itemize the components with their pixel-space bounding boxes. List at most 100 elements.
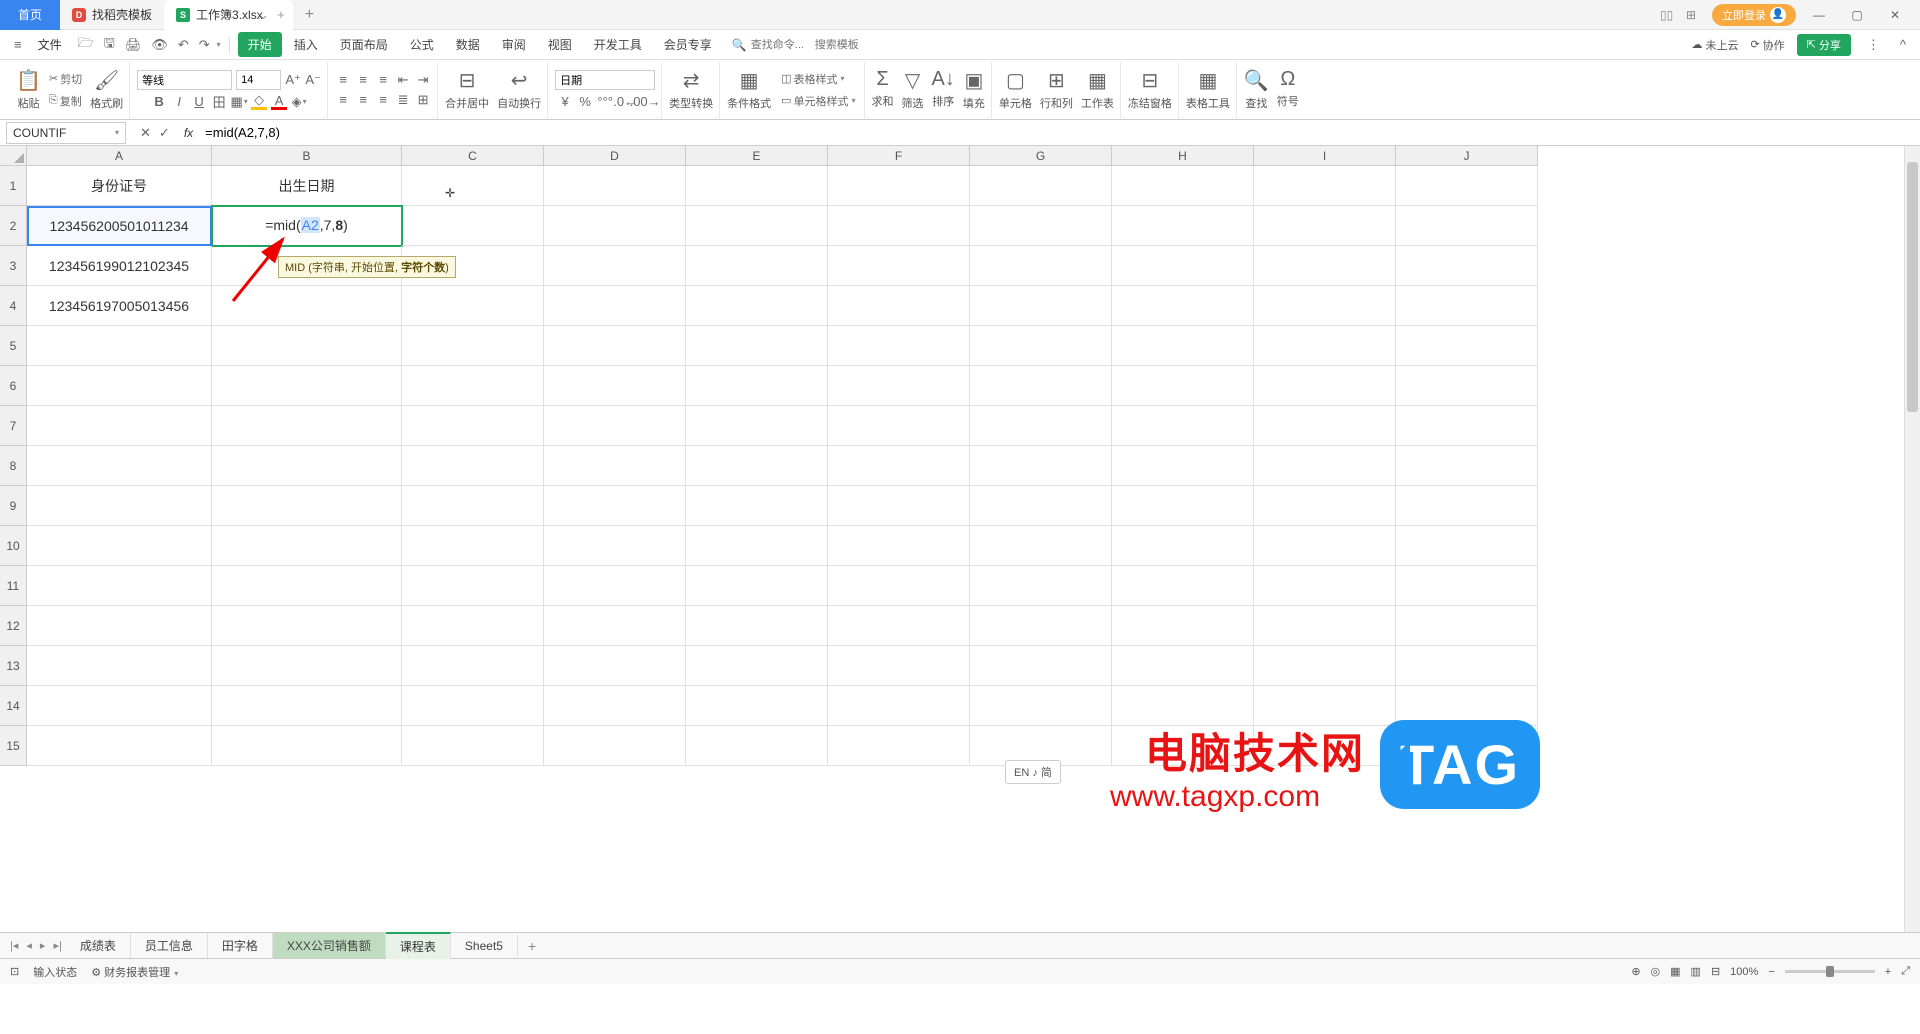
cell-D4[interactable] <box>544 286 686 326</box>
cell-H11[interactable] <box>1112 566 1254 606</box>
formula-input[interactable] <box>199 125 1920 140</box>
cell-C10[interactable] <box>402 526 544 566</box>
cell-E1[interactable] <box>686 166 828 206</box>
row-header-7[interactable]: 7 <box>0 406 27 446</box>
increase-font-icon[interactable]: A⁺ <box>285 72 301 88</box>
print-icon[interactable]: 🖨 <box>121 37 146 53</box>
file-menu[interactable]: 文件 <box>28 36 72 53</box>
type-convert-button[interactable]: ⇄ 类型转换 <box>669 68 713 111</box>
cell-F2[interactable] <box>828 206 970 246</box>
cell-C9[interactable] <box>402 486 544 526</box>
cell-J9[interactable] <box>1396 486 1538 526</box>
cell-G12[interactable] <box>970 606 1112 646</box>
col-header-B[interactable]: B <box>212 146 402 166</box>
cell-J1[interactable] <box>1396 166 1538 206</box>
cell-B8[interactable] <box>212 446 402 486</box>
grid-icon[interactable]: ⊞ <box>1686 8 1704 22</box>
scrollbar-thumb[interactable] <box>1907 162 1918 412</box>
number-format-select[interactable] <box>555 70 655 90</box>
cell-A2[interactable]: 123456200501011234 <box>27 206 212 246</box>
row-header-8[interactable]: 8 <box>0 446 27 486</box>
cell-button[interactable]: ▢单元格 <box>999 68 1032 111</box>
cloud-status[interactable]: ☁ 未上云 <box>1691 37 1738 53</box>
cell-H3[interactable] <box>1112 246 1254 286</box>
cell-F9[interactable] <box>828 486 970 526</box>
cell-B10[interactable] <box>212 526 402 566</box>
menu-tab-pagelayout[interactable]: 页面布局 <box>330 32 398 57</box>
cell-C1[interactable] <box>402 166 544 206</box>
col-header-E[interactable]: E <box>686 146 828 166</box>
collab-button[interactable]: ⟳ 协作 <box>1750 37 1784 53</box>
cell-B1[interactable]: 出生日期 <box>212 166 402 206</box>
collapse-ribbon-icon[interactable]: ^ <box>1896 37 1910 52</box>
cell-C15[interactable] <box>402 726 544 766</box>
accept-formula-icon[interactable]: ✓ <box>159 125 170 141</box>
cell-G13[interactable] <box>970 646 1112 686</box>
cell-J4[interactable] <box>1396 286 1538 326</box>
align-middle-icon[interactable]: ≡ <box>355 72 371 88</box>
preview-icon[interactable]: 👁 <box>147 37 172 53</box>
view-page-icon[interactable]: ▥ <box>1691 965 1701 978</box>
cell-E15[interactable] <box>686 726 828 766</box>
cell-E9[interactable] <box>686 486 828 526</box>
row-header-4[interactable]: 4 <box>0 286 27 326</box>
layout-icon[interactable]: ▯▯ <box>1660 8 1678 22</box>
cell-C13[interactable] <box>402 646 544 686</box>
find-button[interactable]: 🔍查找 <box>1244 68 1269 111</box>
cell-F11[interactable] <box>828 566 970 606</box>
cell-A11[interactable] <box>27 566 212 606</box>
cell-style-button[interactable]: ▭单元格样式▾ <box>779 92 857 110</box>
sheet-tab-0[interactable]: 成绩表 <box>66 933 131 958</box>
cell-H9[interactable] <box>1112 486 1254 526</box>
row-header-15[interactable]: 15 <box>0 726 27 766</box>
cell-B6[interactable] <box>212 366 402 406</box>
cell-F1[interactable] <box>828 166 970 206</box>
cell-D2[interactable] <box>544 206 686 246</box>
sum-button[interactable]: Σ求和 <box>872 68 894 111</box>
cell-J11[interactable] <box>1396 566 1538 606</box>
menu-tab-vip[interactable]: 会员专享 <box>654 32 722 57</box>
cell-C12[interactable] <box>402 606 544 646</box>
cell-J3[interactable] <box>1396 246 1538 286</box>
maximize-button[interactable]: ▢ <box>1842 3 1872 27</box>
cell-D15[interactable] <box>544 726 686 766</box>
dropdown-icon[interactable]: ⌄ <box>258 7 269 23</box>
cell-G7[interactable] <box>970 406 1112 446</box>
cell-A10[interactable] <box>27 526 212 566</box>
cell-D8[interactable] <box>544 446 686 486</box>
cell-B11[interactable] <box>212 566 402 606</box>
add-sheet-button[interactable]: + <box>518 938 546 954</box>
cell-A8[interactable] <box>27 446 212 486</box>
cell-A13[interactable] <box>27 646 212 686</box>
cell-B14[interactable] <box>212 686 402 726</box>
menu-tab-view[interactable]: 视图 <box>538 32 582 57</box>
cell-F15[interactable] <box>828 726 970 766</box>
cell-A4[interactable]: 123456197005013456 <box>27 286 212 326</box>
record-icon[interactable]: ⊡ <box>10 965 19 978</box>
format-painter-button[interactable]: 🖌 格式刷 <box>90 68 123 111</box>
fullscreen-icon[interactable]: ⤢ <box>1901 965 1910 978</box>
cell-J8[interactable] <box>1396 446 1538 486</box>
cell-H4[interactable] <box>1112 286 1254 326</box>
cond-format-button[interactable]: ▦ 条件格式 <box>727 68 771 111</box>
cell-A7[interactable] <box>27 406 212 446</box>
hamburger-icon[interactable]: ≡ <box>10 37 26 52</box>
cell-F6[interactable] <box>828 366 970 406</box>
worksheet-button[interactable]: ▦工作表 <box>1081 68 1114 111</box>
save-icon[interactable]: 🖫 <box>100 34 119 56</box>
select-all-corner[interactable] <box>0 146 27 166</box>
cell-F14[interactable] <box>828 686 970 726</box>
currency-icon[interactable]: ¥ <box>557 94 573 110</box>
cell-B9[interactable] <box>212 486 402 526</box>
search-cmd-input[interactable] <box>751 39 811 51</box>
cell-E8[interactable] <box>686 446 828 486</box>
menu-tab-devtools[interactable]: 开发工具 <box>584 32 652 57</box>
tab-workbook[interactable]: S 工作簿3.xlsx ⌄ + <box>164 0 293 30</box>
menu-tab-formula[interactable]: 公式 <box>400 32 444 57</box>
underline-icon[interactable]: U <box>191 94 207 110</box>
cell-D6[interactable] <box>544 366 686 406</box>
cell-J7[interactable] <box>1396 406 1538 446</box>
zoom-slider[interactable] <box>1785 970 1875 973</box>
cell-B13[interactable] <box>212 646 402 686</box>
cell-D11[interactable] <box>544 566 686 606</box>
